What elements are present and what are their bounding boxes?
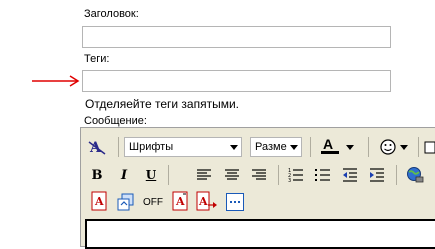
italic-icon[interactable]: I <box>114 165 134 185</box>
font-select[interactable]: Шрифты <box>124 137 242 157</box>
indent-icon[interactable] <box>367 165 387 185</box>
svg-text:A: A <box>323 136 333 152</box>
text-box-icon[interactable]: A <box>170 191 190 211</box>
align-right-icon[interactable] <box>249 165 269 185</box>
svg-text:A: A <box>89 140 102 156</box>
tags-hint: Отделяейте теги запятыми. <box>85 97 239 111</box>
align-center-icon[interactable] <box>222 165 242 185</box>
toolbar-separator <box>418 137 419 157</box>
globe-link-icon[interactable] <box>405 165 425 185</box>
text-box-arrow-icon[interactable]: A <box>196 191 218 211</box>
message-label: Сообщение: <box>84 115 147 127</box>
toolbar-separator <box>310 137 311 157</box>
format-icon[interactable]: A <box>87 137 107 157</box>
tags-label: Теги: <box>84 53 110 65</box>
svg-text:A: A <box>175 195 185 208</box>
chevron-down-icon[interactable] <box>398 137 410 157</box>
toolbar-separator <box>118 137 119 157</box>
svg-text:A: A <box>94 195 104 208</box>
more-tools-icon[interactable] <box>424 137 435 157</box>
toolbar-separator <box>278 165 279 185</box>
chevron-down-icon[interactable] <box>344 137 356 157</box>
font-color-icon[interactable]: A <box>318 136 344 156</box>
message-textarea[interactable] <box>85 219 435 249</box>
ordered-list-icon[interactable]: 123 <box>286 165 306 185</box>
chevron-down-icon <box>287 138 301 156</box>
toolbar-separator <box>368 137 369 157</box>
spellcheck-icon[interactable]: A <box>89 191 109 211</box>
font-select-value: Шрифты <box>129 141 174 153</box>
svg-text:3: 3 <box>288 178 291 182</box>
tags-input[interactable] <box>82 70 391 92</box>
off-toggle[interactable]: OFF <box>141 192 165 212</box>
title-input[interactable] <box>82 26 391 48</box>
size-select[interactable]: Разме <box>250 137 302 157</box>
unordered-list-icon[interactable] <box>313 165 333 185</box>
red-arrow-annotation <box>32 75 80 87</box>
size-select-value: Разме <box>255 141 287 153</box>
toolbar-separator <box>168 165 169 185</box>
bold-icon[interactable]: B <box>87 165 107 185</box>
underline-icon[interactable]: U <box>141 165 161 185</box>
copy-icon[interactable] <box>116 192 136 212</box>
toolbar-separator <box>396 165 397 185</box>
more-icon[interactable] <box>225 192 245 212</box>
svg-text:A: A <box>198 195 208 208</box>
emoji-icon[interactable] <box>378 137 398 157</box>
chevron-down-icon <box>227 138 241 156</box>
title-label: Заголовок: <box>84 8 139 20</box>
align-left-icon[interactable] <box>194 165 214 185</box>
outdent-icon[interactable] <box>340 165 360 185</box>
